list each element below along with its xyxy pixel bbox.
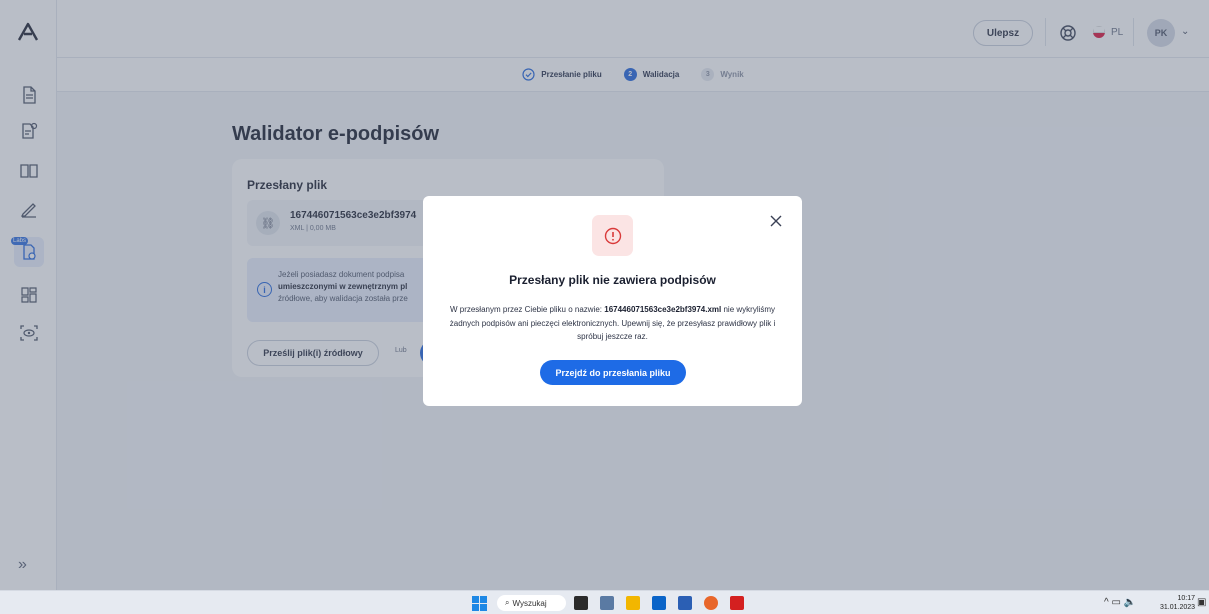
acrobat-icon[interactable]: [730, 596, 744, 610]
alert-badge: [592, 215, 633, 256]
outlook-icon[interactable]: [652, 596, 666, 610]
task-view-icon[interactable]: [574, 596, 588, 610]
notification-icon[interactable]: ▣: [1197, 597, 1206, 608]
go-to-upload-button[interactable]: Przejdź do przesłania pliku: [540, 360, 686, 385]
file-explorer-icon[interactable]: [626, 596, 640, 610]
widgets-icon[interactable]: [600, 596, 614, 610]
taskbar-search-label: Wyszukaj: [512, 598, 547, 608]
os-taskbar: ⌕ Wyszukaj ^ ▭ 🔈 10:17 31.01.2023 ▣: [0, 590, 1209, 614]
dialog-file-name: 167446071563ce3e2bf3974.xml: [604, 305, 722, 314]
taskbar-clock[interactable]: 10:17 31.01.2023: [1160, 594, 1195, 612]
system-tray-icons[interactable]: ^ ▭ 🔈: [1104, 597, 1136, 608]
clock-date: 31.01.2023: [1160, 604, 1196, 611]
clock-time: 10:17: [1177, 595, 1196, 602]
dialog-title: Przesłany plik nie zawiera podpisów: [509, 273, 716, 287]
word-icon[interactable]: [678, 596, 692, 610]
taskbar-search[interactable]: ⌕ Wyszukaj: [497, 595, 566, 611]
search-icon: ⌕: [505, 598, 510, 607]
dialog-body-pre: W przesłanym przez Ciebie pliku o nazwie…: [449, 305, 605, 314]
dialog-body: W przesłanym przez Ciebie pliku o nazwie…: [447, 303, 778, 344]
firefox-icon[interactable]: [704, 596, 718, 610]
no-signatures-dialog: Przesłany plik nie zawiera podpisów W pr…: [423, 196, 802, 406]
alert-circle-icon: [604, 227, 621, 244]
close-icon[interactable]: [768, 213, 784, 229]
windows-start-icon[interactable]: [472, 596, 487, 611]
